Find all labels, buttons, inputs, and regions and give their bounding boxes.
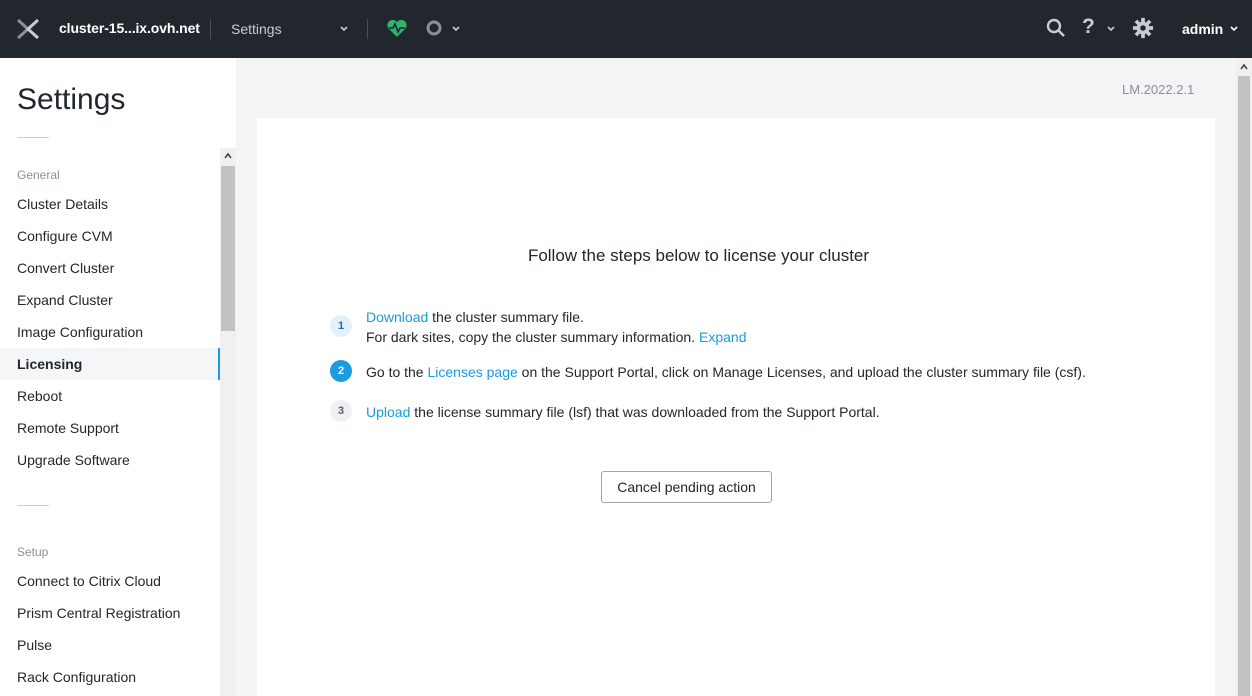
- help-icon[interactable]: ?: [1082, 15, 1095, 39]
- nav-item-connect-citrix-cloud[interactable]: Connect to Citrix Cloud: [0, 565, 220, 597]
- topbar-divider: [367, 19, 368, 39]
- nav-item-remote-support[interactable]: Remote Support: [0, 412, 220, 444]
- step-number: 1: [330, 315, 352, 337]
- step-text-line2: For dark sites, copy the cluster summary…: [366, 329, 747, 345]
- step-number: 3: [330, 400, 352, 422]
- nutanix-logo-icon[interactable]: [16, 17, 40, 41]
- upload-link[interactable]: Upload: [366, 404, 410, 420]
- alerts-circle-icon[interactable]: [425, 19, 443, 37]
- cancel-pending-action-button[interactable]: Cancel pending action: [601, 471, 772, 503]
- download-link[interactable]: Download: [366, 309, 428, 325]
- step-number: 2: [330, 360, 352, 382]
- top-bar: cluster-15...ix.ovh.net Settings ? admin: [0, 0, 1252, 58]
- nav-item-licensing[interactable]: Licensing: [0, 348, 220, 380]
- user-menu[interactable]: admin: [1182, 21, 1223, 37]
- settings-nav: General Cluster Details Configure CVM Co…: [0, 148, 220, 696]
- step-text: Upload the license summary file (lsf) th…: [366, 404, 880, 420]
- main-scrollbar[interactable]: [1236, 58, 1252, 696]
- scrollbar-thumb[interactable]: [221, 166, 235, 331]
- nav-item-pulse[interactable]: Pulse: [0, 629, 220, 661]
- gear-icon[interactable]: [1132, 17, 1154, 39]
- scroll-up-icon[interactable]: [1239, 62, 1249, 72]
- nav-item-rack-configuration[interactable]: Rack Configuration: [0, 661, 220, 693]
- expand-link[interactable]: Expand: [699, 329, 746, 345]
- scroll-up-icon[interactable]: [223, 151, 233, 161]
- licenses-page-link[interactable]: Licenses page: [427, 364, 517, 380]
- nav-group-divider: [17, 505, 49, 506]
- chevron-down-icon[interactable]: [1229, 24, 1239, 34]
- section-selector[interactable]: Settings: [231, 21, 282, 37]
- title-divider: [17, 137, 49, 138]
- nav-item-cluster-details[interactable]: Cluster Details: [0, 188, 220, 220]
- nav-item-image-configuration[interactable]: Image Configuration: [0, 316, 220, 348]
- nav-item-prism-central-registration[interactable]: Prism Central Registration: [0, 597, 220, 629]
- topbar-divider: [210, 19, 211, 39]
- nav-group-general: General: [17, 168, 60, 182]
- search-icon[interactable]: [1046, 18, 1066, 38]
- licensing-heading: Follow the steps below to license your c…: [527, 246, 870, 265]
- page-title: Settings: [17, 83, 126, 116]
- nav-item-upgrade-software[interactable]: Upgrade Software: [0, 444, 220, 476]
- chevron-down-icon[interactable]: [339, 24, 349, 34]
- nav-item-configure-cvm[interactable]: Configure CVM: [0, 220, 220, 252]
- chevron-down-icon[interactable]: [1106, 24, 1116, 34]
- sidebar-scrollbar[interactable]: [220, 148, 236, 696]
- nav-group-setup: Setup: [17, 545, 49, 559]
- nav-item-reboot[interactable]: Reboot: [0, 380, 220, 412]
- step-text: Go to the Licenses page on the Support P…: [366, 364, 1086, 380]
- nav-item-convert-cluster[interactable]: Convert Cluster: [0, 252, 220, 284]
- licensing-card: Follow the steps below to license your c…: [257, 118, 1215, 696]
- step-text: Download the cluster summary file.: [366, 309, 584, 325]
- scrollbar-thumb[interactable]: [1238, 76, 1250, 696]
- version-label: LM.2022.2.1: [1122, 82, 1195, 97]
- cluster-name[interactable]: cluster-15...ix.ovh.net: [59, 20, 200, 36]
- health-heart-icon[interactable]: [386, 18, 408, 38]
- settings-sidebar: Settings General Cluster Details Configu…: [0, 58, 236, 696]
- chevron-down-icon[interactable]: [451, 24, 461, 34]
- nav-item-expand-cluster[interactable]: Expand Cluster: [0, 284, 220, 316]
